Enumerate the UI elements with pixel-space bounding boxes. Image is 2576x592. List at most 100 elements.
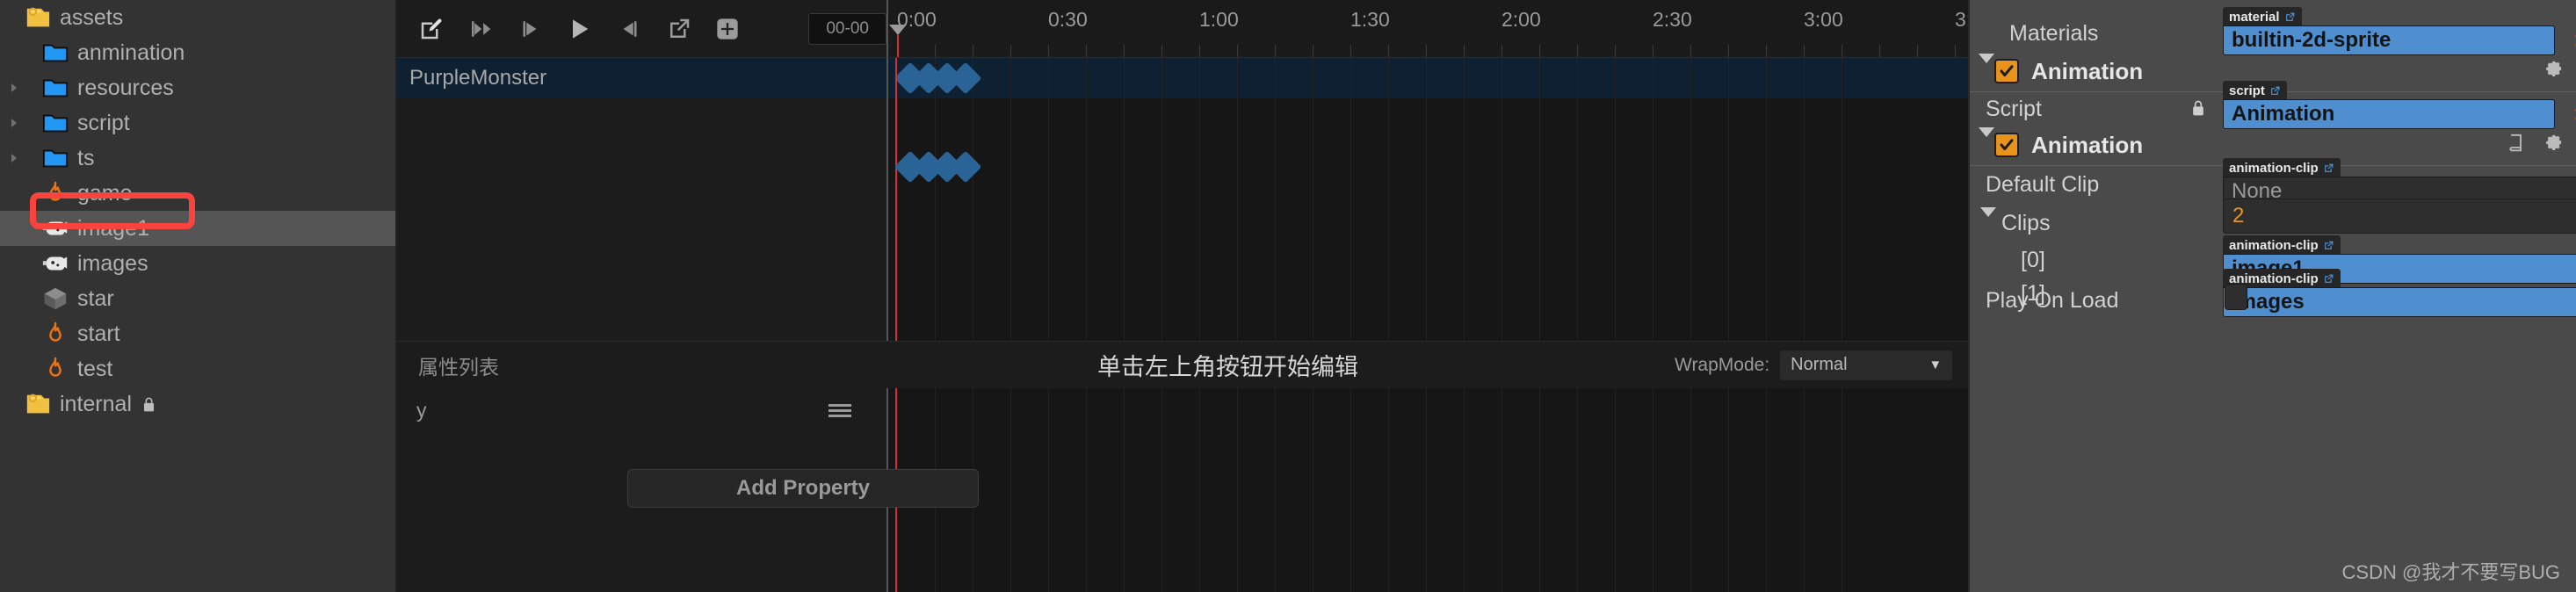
lane-gridline — [1161, 58, 1162, 592]
folder-icon — [40, 38, 70, 68]
chevron-right-icon[interactable] — [5, 70, 23, 105]
inspector-panel: Materials material builtin-2d-sprite ✖ A… — [1968, 0, 2576, 592]
play-button[interactable] — [566, 14, 594, 44]
asset-item-images[interactable]: images — [0, 246, 395, 281]
gear-icon[interactable] — [2544, 60, 2564, 83]
ruler-tick-label: 0:30 — [1048, 8, 1088, 31]
ruler-tick-mark — [1577, 45, 1578, 57]
playhead-line — [895, 58, 897, 592]
ruler-tick-mark — [1501, 45, 1502, 57]
ruler-tick-mark — [1539, 45, 1540, 57]
property-row-y[interactable]: y — [397, 390, 886, 430]
timeline-track-lanes[interactable] — [886, 58, 1968, 592]
ruler-tick-label: 3:00 — [1804, 8, 1843, 31]
enable-checkbox-animation-1[interactable] — [1994, 59, 2019, 83]
asset-item-internal[interactable]: internal — [0, 386, 395, 422]
add-property-button[interactable]: Add Property — [627, 469, 979, 508]
cocos-creator-window: assets anmination resources script ts game ima… — [0, 0, 2576, 592]
ruler-tick-mark — [1615, 45, 1616, 57]
chevron-down-icon[interactable] — [1979, 127, 1994, 153]
asset-item-script[interactable]: script — [0, 105, 395, 141]
clip-tag-text: animation-clip — [2229, 237, 2319, 253]
external-link-icon[interactable] — [666, 14, 692, 44]
ruler-tick-mark — [1388, 45, 1389, 57]
timeline-ruler[interactable]: 0:000:301:001:302:002:303:003: — [886, 0, 1968, 58]
next-frame-button[interactable] — [617, 14, 643, 44]
lane-gridline — [1728, 58, 1729, 592]
asset-item-assets[interactable]: assets — [0, 0, 395, 35]
lane-gridline — [1199, 58, 1200, 592]
chevron-down-icon[interactable] — [1979, 54, 1994, 79]
asset-item-start[interactable]: start — [0, 316, 395, 351]
ruler-tick-mark — [1161, 45, 1162, 57]
script-value: Animation — [2232, 102, 2335, 126]
animation-clip-icon — [40, 249, 70, 278]
jump-start-button[interactable] — [467, 14, 494, 44]
lane-gridline — [1501, 58, 1502, 592]
asset-item-image1[interactable]: image1 — [0, 211, 395, 246]
chevron-down-icon[interactable] — [1980, 207, 1996, 233]
asset-item-star[interactable]: star — [0, 281, 395, 316]
folder-icon — [40, 108, 70, 138]
hamburger-icon[interactable] — [829, 402, 851, 424]
current-frame-field[interactable]: 00-00 — [808, 12, 886, 45]
track-lane-purplemonster[interactable] — [888, 58, 1968, 98]
chevron-right-icon[interactable] — [5, 105, 23, 141]
help-book-icon[interactable] — [2507, 134, 2525, 157]
track-name-label: PurpleMonster — [409, 66, 547, 90]
keyframe-diamond[interactable] — [949, 150, 982, 184]
external-link-icon — [2324, 163, 2334, 172]
keyframe-group-track[interactable] — [894, 61, 982, 95]
asset-item-label: internal — [60, 391, 132, 416]
ruler-tick-mark — [1804, 45, 1805, 57]
ruler-tick-label: 2:00 — [1501, 8, 1541, 31]
asset-item-game[interactable]: game — [0, 176, 395, 211]
asset-item-resources[interactable]: resources — [0, 70, 395, 105]
external-link-icon — [2285, 12, 2294, 21]
ruler-tick-mark — [1237, 45, 1238, 57]
asset-item-ts[interactable]: ts — [0, 141, 395, 176]
materials-label: Materials — [2009, 21, 2099, 46]
ruler-tick-mark — [1766, 45, 1767, 57]
keyframe-group-property[interactable] — [894, 150, 982, 184]
timeline-track-names: PurpleMonster — [397, 58, 886, 592]
lane-gridline — [1010, 58, 1011, 592]
gear-icon[interactable] — [2544, 134, 2564, 157]
asset-item-label: game — [77, 180, 133, 206]
materials-type-tag: material — [2223, 7, 2302, 26]
edit-hint-text: 单击左上角按钮开始编辑 — [1097, 354, 1358, 380]
assets-panel: assets anmination resources script ts game ima… — [0, 0, 397, 592]
chevron-right-icon[interactable] — [5, 141, 23, 176]
lane-gridline — [1237, 58, 1238, 592]
asset-item-anmination[interactable]: anmination — [0, 35, 395, 70]
prev-frame-button[interactable] — [517, 14, 543, 44]
add-keyframe-button[interactable] — [715, 14, 740, 44]
track-row-purplemonster[interactable]: PurpleMonster — [397, 58, 886, 98]
playhead-topbar[interactable] — [889, 25, 907, 57]
ruler-tick-mark — [1728, 45, 1729, 57]
section-title-animation-1: Animation — [2031, 57, 2144, 84]
ruler-tick-mark — [1199, 45, 1200, 57]
clips-count-field[interactable]: 2 — [2223, 199, 2576, 234]
play-on-load-checkbox[interactable] — [2225, 284, 2247, 310]
edit-clip-button[interactable] — [418, 14, 445, 44]
wrapmode-select[interactable]: Normal ▼ — [1780, 350, 1953, 380]
ruler-tick-mark — [1690, 45, 1691, 57]
lock-icon — [2189, 98, 2207, 122]
ruler-tick-mark — [1350, 45, 1351, 57]
lane-gridline — [1577, 58, 1578, 592]
asset-item-test[interactable]: test — [0, 351, 395, 386]
lane-gridline — [1426, 58, 1427, 592]
playhead-knob-icon — [889, 25, 907, 35]
clip-index-label: [0] — [2021, 248, 2045, 272]
ruler-tick-mark — [935, 45, 936, 57]
prefab-cube-icon — [40, 284, 70, 314]
enable-checkbox-animation-2[interactable] — [1994, 133, 2019, 157]
asset-item-label: script — [77, 110, 130, 135]
external-link-icon — [2324, 241, 2334, 249]
